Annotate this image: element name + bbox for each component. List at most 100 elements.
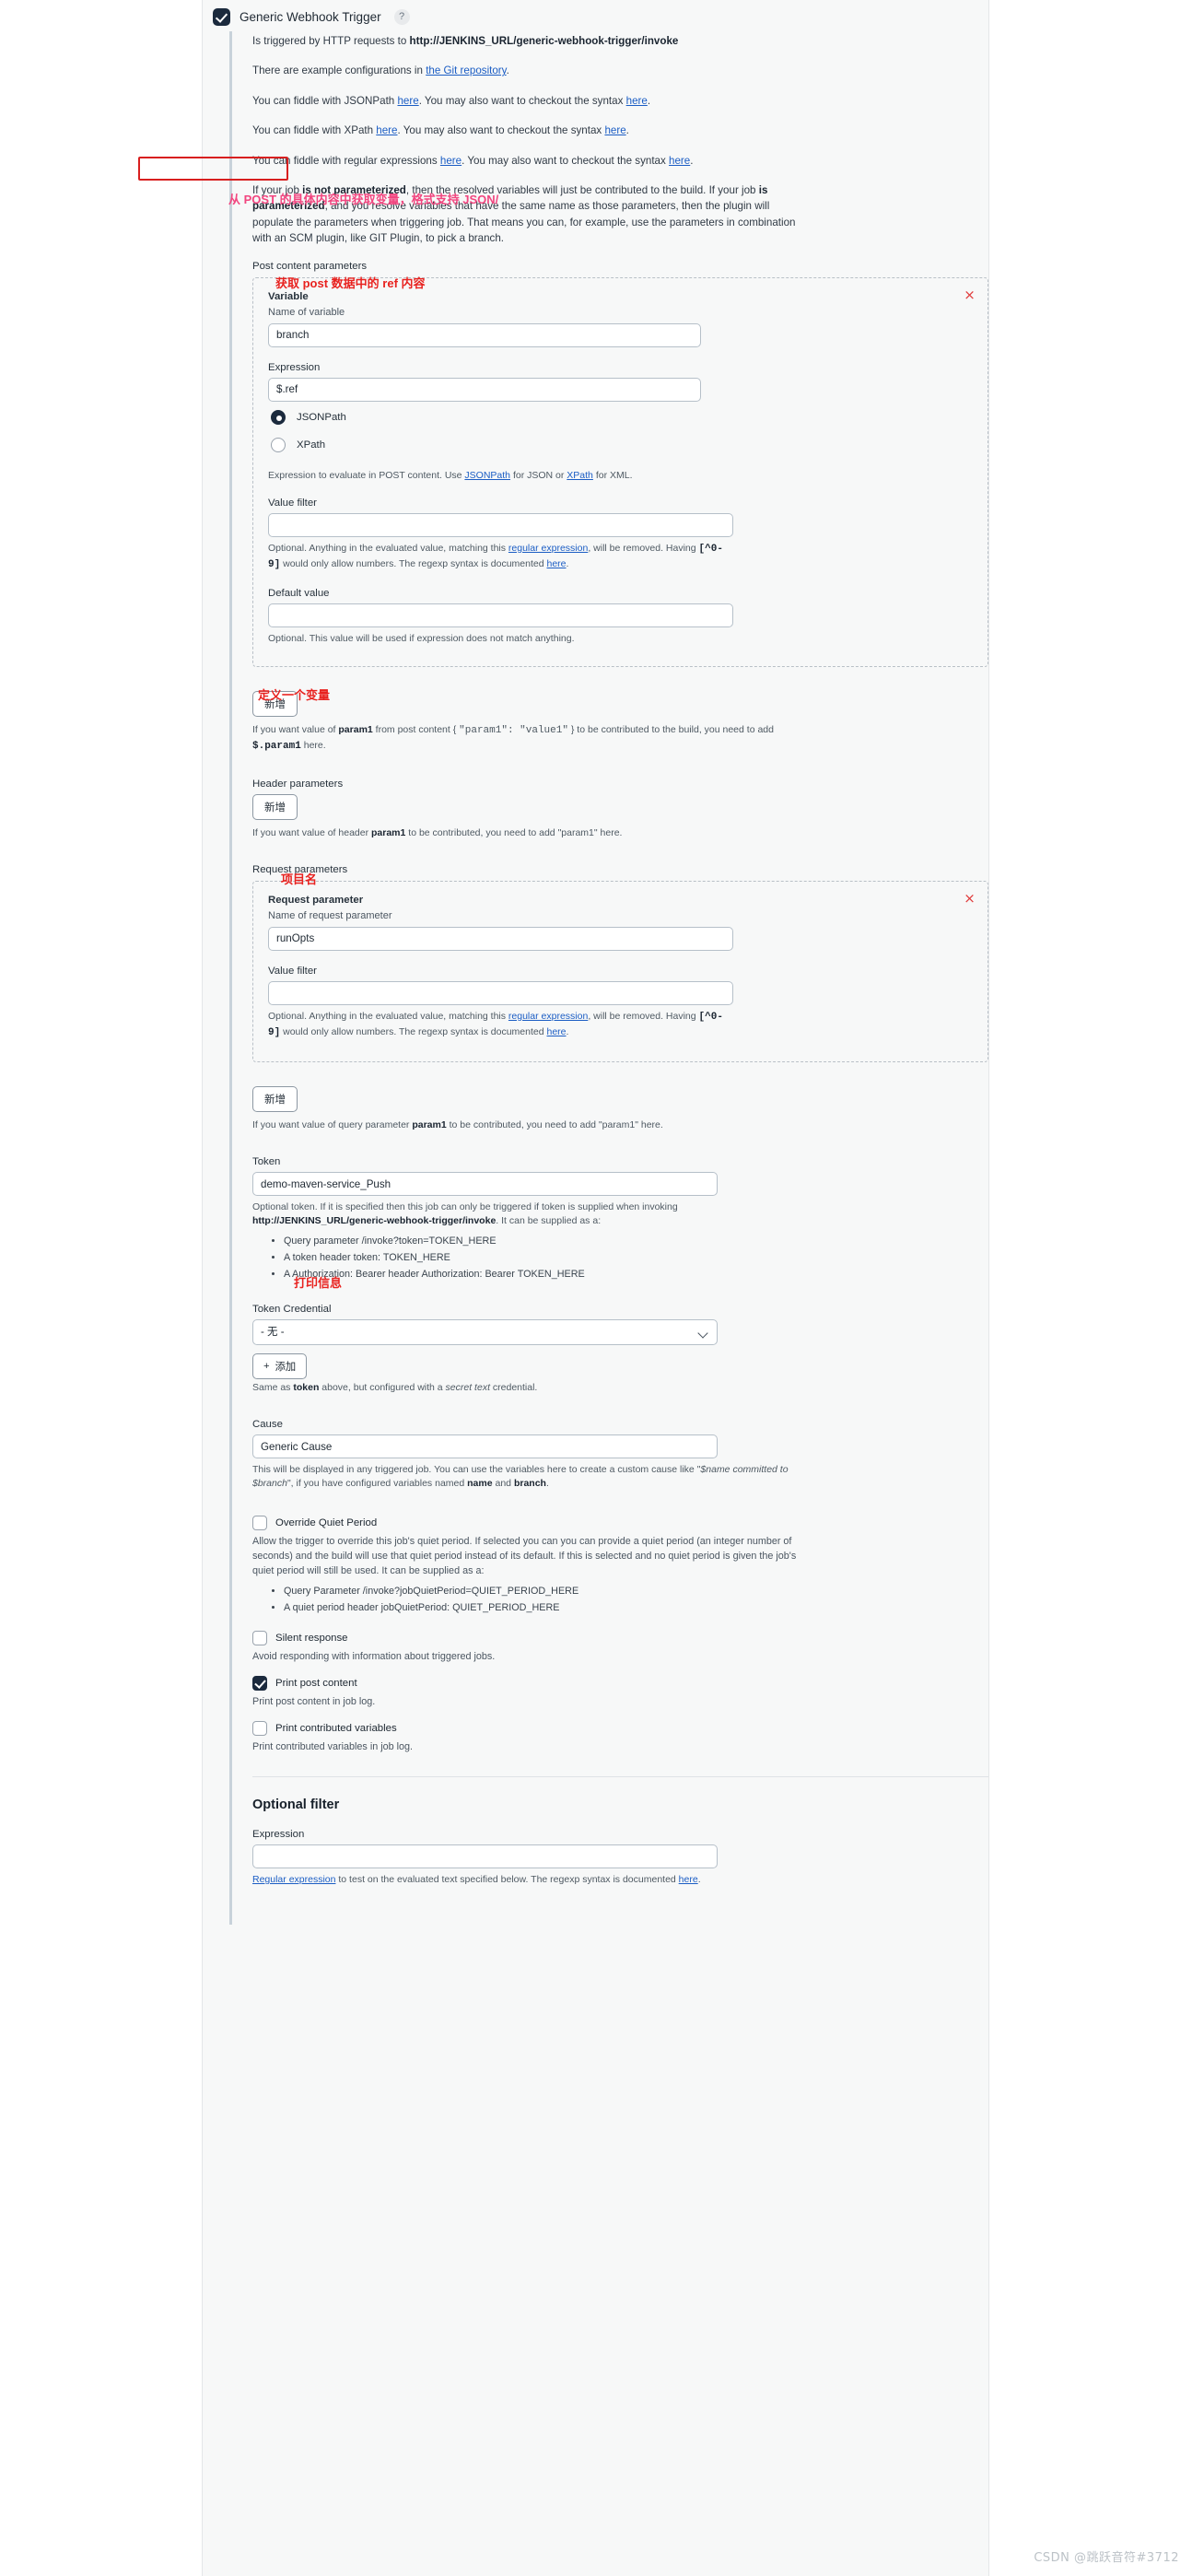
generic-webhook-trigger-checkbox[interactable] bbox=[213, 8, 230, 26]
xpath-radio[interactable] bbox=[271, 437, 286, 452]
optional-filter-regex-link[interactable]: Regular expression bbox=[252, 1874, 335, 1885]
default-value-label: Default value bbox=[268, 587, 330, 599]
print-post-content-desc: Print post content in job log. bbox=[252, 1695, 376, 1707]
cause-input[interactable] bbox=[252, 1434, 718, 1459]
git-repository-link[interactable]: the Git repository bbox=[426, 64, 506, 76]
expression-type-xpath-row[interactable]: XPath bbox=[271, 437, 973, 452]
optional-filter-regex-doc-link[interactable]: here bbox=[679, 1874, 698, 1885]
silent-response-checkbox[interactable] bbox=[252, 1630, 267, 1645]
cause-hint: This will be displayed in any triggered … bbox=[252, 1464, 789, 1490]
add-header-parameter-button[interactable]: 新增 bbox=[252, 793, 298, 820]
regex-fiddle-link[interactable]: here bbox=[440, 155, 462, 167]
request-parameter-sublabel: Name of request parameter bbox=[268, 909, 392, 921]
print-contributed-variables-checkbox[interactable] bbox=[252, 1721, 267, 1737]
post-value-filter-input[interactable] bbox=[268, 512, 733, 537]
request-parameter-name-input[interactable] bbox=[268, 926, 733, 951]
cause-label: Cause bbox=[252, 1419, 283, 1431]
print-contributed-variables-row[interactable]: Print contributed variables bbox=[252, 1721, 988, 1737]
silent-response-row[interactable]: Silent response bbox=[252, 1630, 988, 1645]
request-regex-link[interactable]: regular expression bbox=[508, 1011, 588, 1022]
add-request-parameter-button[interactable]: 新增 bbox=[252, 1085, 298, 1112]
token-input[interactable] bbox=[252, 1172, 718, 1197]
intro-line-5: You can fiddle with regular expressions … bbox=[252, 154, 694, 167]
token-bullet-list: Query parameter /invoke?token=TOKEN_HERE… bbox=[252, 1234, 988, 1282]
token-bullet: A token header token: TOKEN_HERE bbox=[284, 1250, 988, 1267]
post-value-filter-label: Value filter bbox=[268, 497, 317, 509]
print-contributed-variables-label: Print contributed variables bbox=[275, 1723, 397, 1735]
xpath-hint-link[interactable]: XPath bbox=[567, 470, 593, 481]
quiet-period-bullet: Query Parameter /invoke?jobQuietPeriod=Q… bbox=[284, 1584, 988, 1600]
variable-input[interactable] bbox=[268, 322, 701, 347]
annotation-post-content: 从 POST 的具体内容中获取变量，格式支持 JSON/ bbox=[228, 193, 499, 206]
add-credential-button[interactable]: + 添加 bbox=[252, 1352, 308, 1379]
screenshot-root: Generic Webhook Trigger ? Is triggered b… bbox=[0, 0, 1192, 2576]
token-credential-select-wrap[interactable]: - 无 - bbox=[252, 1318, 718, 1345]
expression-label: Expression bbox=[268, 361, 321, 373]
expression-type-jsonpath-row[interactable]: JSONPath bbox=[271, 409, 973, 425]
add-credential-label: 添加 bbox=[275, 1361, 297, 1373]
token-credential-select[interactable]: - 无 - bbox=[252, 1318, 718, 1345]
delete-request-parameter-icon[interactable]: × bbox=[963, 891, 976, 906]
token-credential-hint: Same as token above, but configured with… bbox=[252, 1381, 538, 1393]
post-content-add-hint: If you want value of param1 from post co… bbox=[252, 723, 774, 752]
trigger-body: Is triggered by HTTP requests to http://… bbox=[229, 31, 988, 1925]
print-post-content-checkbox[interactable] bbox=[252, 1675, 267, 1691]
variable-sublabel: Name of variable bbox=[268, 306, 345, 318]
generic-webhook-trigger-header[interactable]: Generic Webhook Trigger ? bbox=[203, 0, 988, 31]
xpath-fiddle-link[interactable]: here bbox=[376, 124, 397, 136]
token-label: Token bbox=[252, 1156, 281, 1168]
request-parameters-hint: If you want value of query parameter par… bbox=[252, 1118, 663, 1130]
override-quiet-period-label: Override Quiet Period bbox=[275, 1516, 378, 1528]
variable-label: Variable bbox=[268, 290, 309, 302]
request-parameter-block: × Request parameter Name of request para… bbox=[252, 880, 988, 1062]
webhook-url: http://JENKINS_URL/generic-webhook-trigg… bbox=[409, 35, 679, 47]
optional-filter-expression-input[interactable] bbox=[252, 1844, 718, 1869]
token-bullet: A Authorization: Bearer header Authoriza… bbox=[284, 1267, 988, 1283]
request-value-filter-hint: Optional. Anything in the evaluated valu… bbox=[268, 1010, 723, 1038]
watermark: CSDN @跳跃音符#3712 bbox=[1034, 2551, 1179, 2565]
annotation-expression: 获取 post 数据中的 ref 内容 bbox=[275, 276, 426, 290]
quiet-period-bullet-list: Query Parameter /invoke?jobQuietPeriod=Q… bbox=[252, 1584, 988, 1617]
intro-line-4: You can fiddle with XPath here. You may … bbox=[252, 124, 629, 137]
silent-response-label: Silent response bbox=[275, 1632, 348, 1644]
post-value-filter-hint: Optional. Anything in the evaluated valu… bbox=[268, 542, 723, 570]
print-post-content-row[interactable]: Print post content bbox=[252, 1675, 988, 1691]
default-value-hint: Optional. This value will be used if exp… bbox=[268, 632, 575, 644]
print-contributed-variables-desc: Print contributed variables in job log. bbox=[252, 1741, 414, 1753]
override-quiet-period-desc: Allow the trigger to override this job's… bbox=[252, 1535, 797, 1576]
jsonpath-syntax-link[interactable]: here bbox=[626, 95, 648, 107]
jsonpath-radio[interactable] bbox=[271, 409, 286, 425]
post-content-parameters-label: Post content parameters bbox=[252, 260, 368, 272]
header-parameters-label: Header parameters bbox=[252, 778, 344, 790]
default-value-input[interactable] bbox=[268, 603, 733, 627]
silent-response-desc: Avoid responding with information about … bbox=[252, 1650, 496, 1662]
plus-icon: + bbox=[263, 1360, 270, 1372]
token-hint: Optional token. If it is specified then … bbox=[252, 1201, 678, 1227]
regex-syntax-link[interactable]: here bbox=[669, 155, 690, 167]
xpath-syntax-link[interactable]: here bbox=[604, 124, 625, 136]
annotation-token: 项目名 bbox=[281, 872, 318, 886]
expression-hint: Expression to evaluate in POST content. … bbox=[268, 469, 633, 481]
print-post-content-label: Print post content bbox=[275, 1677, 357, 1689]
generic-webhook-trigger-label: Generic Webhook Trigger bbox=[240, 10, 381, 24]
section-divider bbox=[252, 1776, 988, 1778]
header-parameters-hint: If you want value of header param1 to be… bbox=[252, 826, 623, 838]
token-credential-label: Token Credential bbox=[252, 1303, 332, 1315]
request-parameters-label: Request parameters bbox=[252, 863, 348, 875]
request-value-filter-input[interactable] bbox=[268, 980, 733, 1005]
optional-filter-title: Optional filter bbox=[252, 1797, 340, 1813]
intro-line-3: You can fiddle with JSONPath here. You m… bbox=[252, 94, 651, 107]
help-icon[interactable]: ? bbox=[393, 9, 410, 25]
request-parameter-label: Request parameter bbox=[268, 894, 364, 906]
value-filter-regex-doc-link[interactable]: here bbox=[547, 558, 567, 569]
override-quiet-period-checkbox[interactable] bbox=[252, 1515, 267, 1530]
jsonpath-hint-link[interactable]: JSONPath bbox=[464, 470, 510, 481]
post-content-parameter-block: × Variable Name of variable Expression J… bbox=[252, 276, 988, 667]
jsonpath-fiddle-link[interactable]: here bbox=[397, 95, 418, 107]
override-quiet-period-row[interactable]: Override Quiet Period bbox=[252, 1515, 988, 1530]
expression-input[interactable] bbox=[268, 377, 701, 402]
value-filter-regex-link[interactable]: regular expression bbox=[508, 543, 588, 554]
request-value-filter-label: Value filter bbox=[268, 965, 317, 977]
delete-post-content-parameter-icon[interactable]: × bbox=[963, 287, 976, 302]
request-regex-doc-link[interactable]: here bbox=[547, 1026, 567, 1037]
